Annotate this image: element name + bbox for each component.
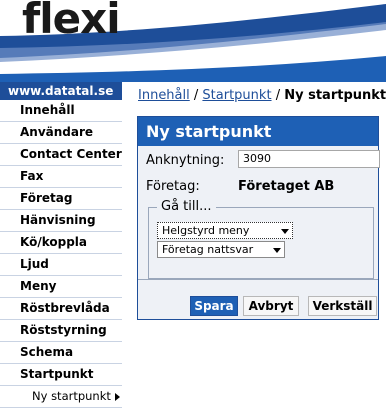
new-startpoint-panel: Ny startpunkt Anknytning: 3090 Företag: … (137, 116, 382, 320)
breadcrumb-link-innehall[interactable]: Innehåll (138, 88, 190, 103)
connection-label: Anknytning: (146, 153, 225, 168)
sidebar-subitem-label: Ny startpunkt (32, 389, 111, 403)
goto-legend: Gå till... (157, 199, 216, 214)
goto-fieldset: Gå till... Helgstyrd meny Företag nattsv… (148, 199, 374, 279)
company-value: Företaget AB (238, 179, 335, 194)
sidebar-item-innehall[interactable]: Innehåll (0, 100, 122, 122)
execute-button[interactable]: Verkställ (308, 296, 377, 316)
breadcrumb-link-startpunkt[interactable]: Startpunkt (202, 88, 271, 103)
site-label[interactable]: www.datatal.se (0, 82, 122, 100)
goto-target-select[interactable]: Företag nattsvar (157, 241, 285, 258)
company-label: Företag: (146, 179, 200, 194)
chevron-down-icon (273, 248, 281, 253)
sidebar-item-ljud[interactable]: Ljud (0, 254, 122, 276)
sidebar-item-rostbrevlada[interactable]: Röstbrevlåda (0, 298, 122, 320)
sidebar-item-meny[interactable]: Meny (0, 276, 122, 298)
cancel-button[interactable]: Avbryt (243, 296, 299, 316)
arrow-right-icon (114, 392, 120, 401)
sidebar-item-startpunkt[interactable]: Startpunkt (0, 364, 122, 386)
chevron-down-icon (281, 229, 289, 234)
goto-type-select[interactable]: Helgstyrd meny (157, 222, 293, 239)
sidebar-item-contact-center[interactable]: Contact Center (0, 144, 122, 166)
breadcrumb-separator: / (193, 88, 199, 103)
sidebar-subitem-ny-startpunkt[interactable]: Ny startpunkt (0, 386, 122, 408)
panel-divider (138, 279, 378, 280)
sidebar-nav: www.datatal.se Innehåll Användare Contac… (0, 82, 122, 408)
connection-row: Anknytning: 3090 (146, 150, 382, 168)
goto-type-value: Helgstyrd meny (162, 224, 250, 237)
sidebar-item-roststyrning[interactable]: Röststyrning (0, 320, 122, 342)
goto-target-value: Företag nattsvar (162, 243, 254, 256)
breadcrumb-current: Ny startpunkt (284, 88, 386, 103)
save-button[interactable]: Spara (190, 296, 238, 316)
connection-input[interactable]: 3090 (238, 150, 380, 168)
breadcrumb-separator: / (275, 88, 281, 103)
flexi-logo: flexi (22, 0, 121, 43)
panel-title: Ny startpunkt (138, 117, 378, 146)
company-row: Företag: Företaget AB (146, 179, 382, 194)
sidebar-item-fax[interactable]: Fax (0, 166, 122, 188)
sidebar-item-hanvisning[interactable]: Hänvisning (0, 210, 122, 232)
app-header: flexi (0, 0, 386, 82)
sidebar-item-ko-koppla[interactable]: Kö/koppla (0, 232, 122, 254)
sidebar-item-schema[interactable]: Schema (0, 342, 122, 364)
sidebar-item-anvandare[interactable]: Användare (0, 122, 122, 144)
sidebar-item-foretag[interactable]: Företag (0, 188, 122, 210)
breadcrumb: Innehåll / Startpunkt / Ny startpunkt (138, 88, 386, 103)
